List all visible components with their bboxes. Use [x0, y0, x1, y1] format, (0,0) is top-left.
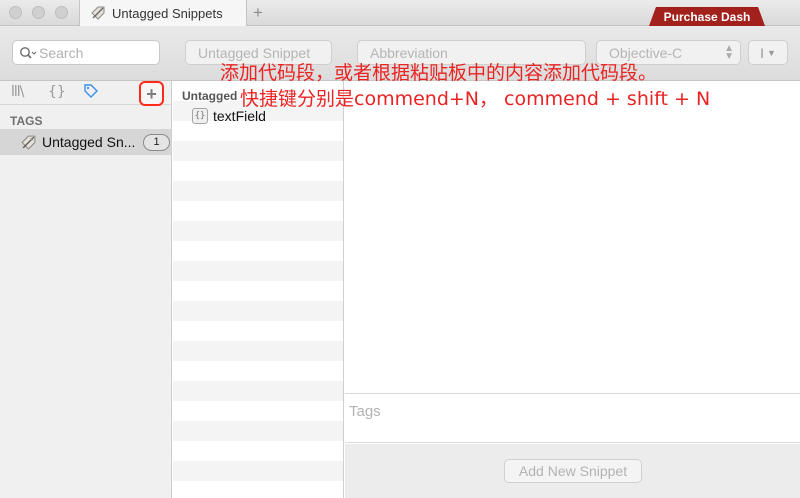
- sidebar-item-untagged[interactable]: Untagged Sn... 1: [0, 129, 171, 155]
- search-input[interactable]: [39, 44, 149, 61]
- tags-field[interactable]: [345, 393, 800, 443]
- tag-shape: [84, 84, 98, 98]
- untagged-tag-icon: [91, 6, 105, 20]
- bottom-bar: Add New Snippet: [345, 444, 800, 498]
- plus-icon: +: [146, 83, 157, 104]
- annotation-line-2: 快捷键分别是commend+N， commend + shift + N: [240, 88, 711, 110]
- tags-section-header: TAGS: [10, 114, 43, 128]
- purchase-button[interactable]: Purchase Dash: [649, 7, 765, 26]
- tags-input[interactable]: [345, 394, 800, 429]
- braces-icon[interactable]: {}: [48, 84, 66, 100]
- sidebar-item-label: Untagged Sn...: [42, 134, 136, 150]
- library-icon[interactable]: lll\: [11, 84, 24, 100]
- annotation-line-1: 添加代码段，或者根据粘贴板中的内容添加代码段。: [220, 62, 658, 84]
- list-group-header: Untagged: [182, 89, 238, 103]
- snippet-braces-icon: {}: [192, 108, 208, 124]
- zoom-window-button[interactable]: [55, 6, 68, 19]
- tag-icon[interactable]: [84, 84, 98, 102]
- add-snippet-button[interactable]: +: [139, 81, 164, 106]
- untagged-tag-icon: [21, 135, 36, 150]
- chevron-down-icon: ▼: [766, 47, 776, 58]
- cursor-placeholder-menu[interactable]: I ▼: [748, 40, 788, 65]
- tab-title: Untagged Snippets: [112, 5, 223, 21]
- minimize-window-button[interactable]: [32, 6, 45, 19]
- new-tab-button[interactable]: +: [253, 3, 263, 23]
- snippet-editor[interactable]: [345, 81, 800, 393]
- window-tab[interactable]: Untagged Snippets: [79, 0, 247, 26]
- add-new-snippet-button[interactable]: Add New Snippet: [504, 459, 642, 483]
- title-bar: Untagged Snippets + Purchase Dash: [0, 0, 800, 26]
- sidebar: lll\ {} + TAGS Untagged Sn... 1: [0, 81, 172, 498]
- chevron-up-down-icon: ▲ ▼: [724, 42, 734, 62]
- search-box[interactable]: [12, 40, 160, 65]
- search-icon: [20, 46, 37, 59]
- count-badge: 1: [143, 133, 170, 151]
- snippet-list: Untagged {} textField: [173, 81, 344, 498]
- close-window-button[interactable]: [9, 6, 22, 19]
- text-cursor-icon: I: [760, 44, 764, 61]
- sidebar-tabs: lll\ {} +: [0, 81, 171, 106]
